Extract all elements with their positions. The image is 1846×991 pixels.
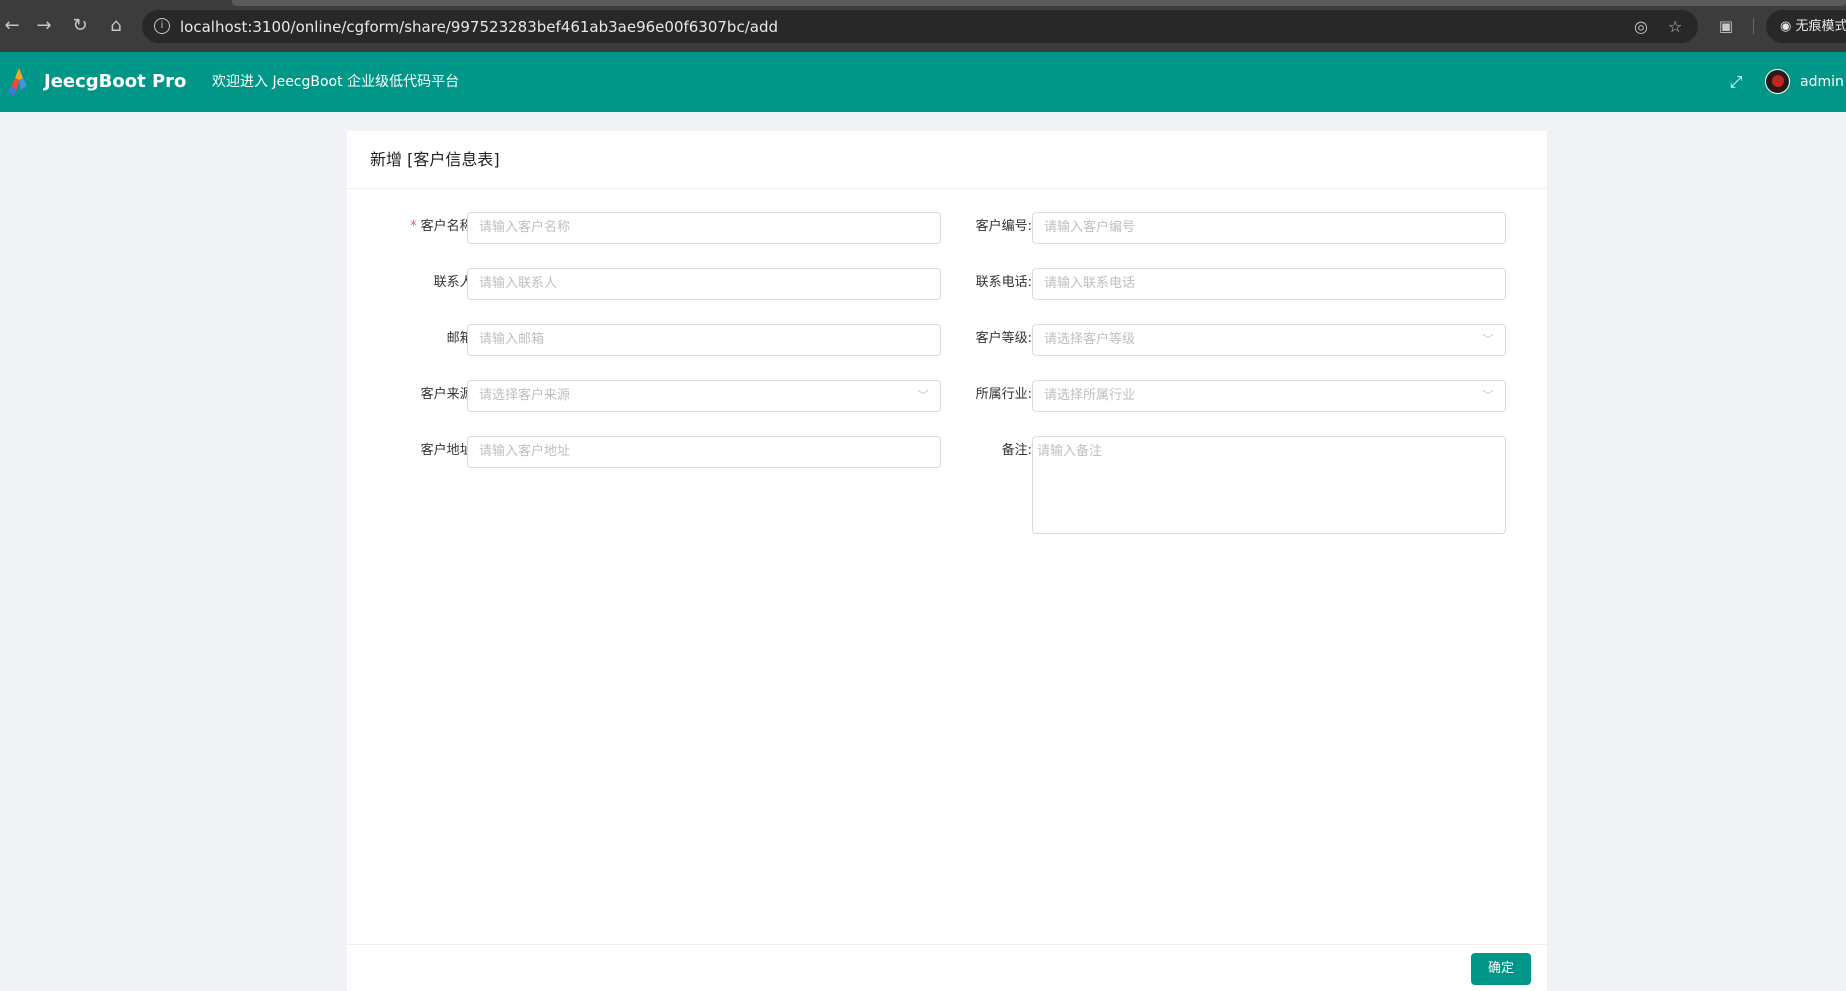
bookmark-star-icon[interactable]: ☆: [1668, 17, 1682, 37]
customer-level-select[interactable]: 请选择客户等级 ﹀: [1032, 324, 1506, 356]
industry-label: 所属行业:: [975, 387, 1032, 402]
reading-mode-icon[interactable]: ▣: [1716, 16, 1736, 36]
remark-label: 备注:: [1001, 443, 1032, 458]
customer-level-label: 客户等级:: [975, 331, 1032, 346]
customer-code-label: 客户编号:: [975, 219, 1032, 234]
forward-icon[interactable]: →: [32, 14, 56, 38]
required-mark: *: [410, 219, 417, 234]
contact-person-label: 联系人:: [433, 275, 477, 290]
confirm-button[interactable]: 确定: [1471, 953, 1531, 985]
form-card: 新增 [客户信息表] * 客户名称: 请输入客户名称 客户编号: 请输入客户编号 …: [347, 131, 1547, 991]
customer-name-label: * 客户名称:: [410, 219, 477, 234]
toolbar-separator: [1753, 18, 1754, 34]
app-header: JeecgBoot Pro 欢迎进入 JeecgBoot 企业级低代码平台 ⤢ …: [0, 52, 1846, 112]
customer-code-input[interactable]: 请输入客户编号: [1032, 212, 1506, 244]
customer-source-label: 客户来源:: [420, 387, 477, 402]
customer-source-select[interactable]: 请选择客户来源 ﹀: [467, 380, 941, 412]
customer-name-input[interactable]: 请输入客户名称: [467, 212, 941, 244]
chevron-down-icon: ﹀: [1482, 333, 1494, 346]
page-title: 新增 [客户信息表]: [370, 150, 500, 169]
contact-person-input[interactable]: 请输入联系人: [467, 268, 941, 300]
contact-phone-input[interactable]: 请输入联系电话: [1032, 268, 1506, 300]
contact-phone-label: 联系电话:: [975, 275, 1032, 290]
incognito-badge[interactable]: ◉ 无痕模式: [1766, 10, 1846, 43]
username[interactable]: admin: [1800, 72, 1844, 92]
customer-address-input[interactable]: 请输入客户地址: [467, 436, 941, 468]
site-info-icon[interactable]: i: [154, 18, 170, 34]
url-text[interactable]: localhost:3100/online/cgform/share/99752…: [180, 18, 778, 36]
back-icon[interactable]: ←: [0, 14, 24, 38]
incognito-label: 无痕模式: [1795, 19, 1846, 34]
industry-select[interactable]: 请选择所属行业 ﹀: [1032, 380, 1506, 412]
avatar[interactable]: [1765, 69, 1790, 94]
customer-level-placeholder: 请选择客户等级: [1044, 332, 1136, 347]
browser-toolbar: ← → ↻ ⌂ i localhost:3100/online/cgform/s…: [0, 0, 1846, 52]
fullscreen-icon[interactable]: ⤢: [1726, 72, 1746, 92]
footer-divider: [347, 944, 1547, 945]
email-input[interactable]: 请输入邮箱: [467, 324, 941, 356]
jeecg-logo-icon: [8, 68, 27, 96]
brand-name: JeecgBoot Pro: [44, 71, 187, 92]
eye-off-icon[interactable]: ◎: [1634, 17, 1648, 37]
reload-icon[interactable]: ↻: [68, 14, 92, 38]
home-icon[interactable]: ⌂: [104, 14, 128, 38]
address-bar[interactable]: i localhost:3100/online/cgform/share/997…: [142, 10, 1698, 43]
industry-placeholder: 请选择所属行业: [1044, 388, 1136, 403]
customer-source-placeholder: 请选择客户来源: [479, 388, 571, 403]
chevron-down-icon: ﹀: [1482, 389, 1494, 402]
remark-textarea[interactable]: 请输入备注: [1032, 436, 1506, 534]
incognito-icon: ◉: [1780, 19, 1796, 34]
email-label: 邮箱:: [446, 331, 477, 346]
tab-strip: [232, 0, 1846, 6]
customer-address-label: 客户地址:: [420, 443, 477, 458]
title-divider: [347, 188, 1547, 189]
welcome-text: 欢迎进入 JeecgBoot 企业级低代码平台: [212, 74, 460, 90]
